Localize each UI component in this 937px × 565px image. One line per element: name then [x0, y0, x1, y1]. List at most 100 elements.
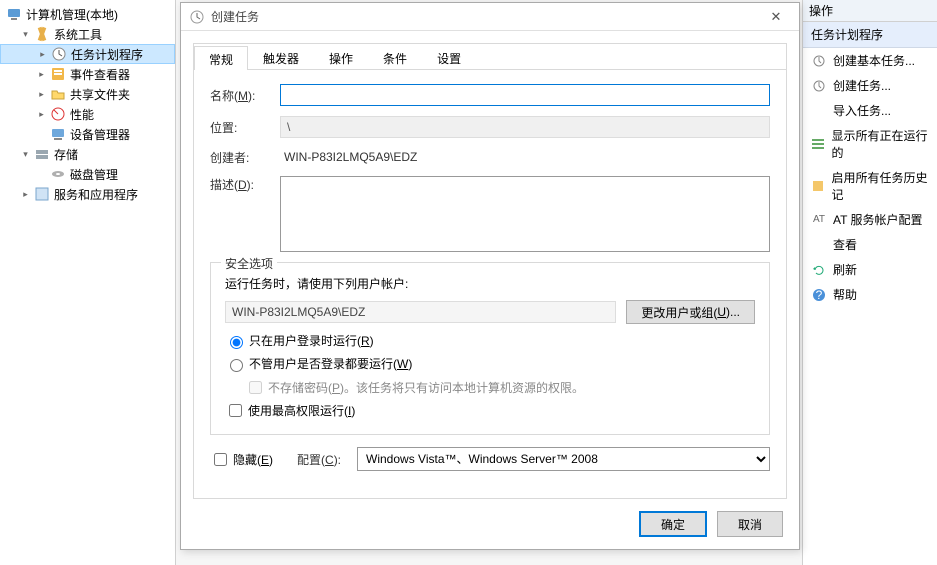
checkbox-no-store-password-label: 不存储密码(P)。该任务将只有访问本地计算机资源的权限。	[268, 379, 584, 396]
creator-value: WIN-P83I2LMQ5A9\EDZ	[280, 148, 770, 166]
checkbox-hidden[interactable]	[214, 453, 227, 466]
import-icon	[811, 103, 827, 119]
action-view[interactable]: 查看	[803, 232, 937, 257]
actions-header: 操作	[803, 0, 937, 22]
actions-section-title: 任务计划程序	[803, 22, 937, 48]
action-refresh[interactable]: 刷新	[803, 257, 937, 282]
dialog-titlebar: 创建任务 ✕	[181, 3, 799, 31]
actions-panel: 操作 任务计划程序 创建基本任务... 创建任务... 导入任务... 显示所有…	[802, 0, 937, 565]
chevron-down-icon[interactable]: ▾	[20, 149, 31, 160]
event-viewer-icon	[50, 66, 66, 82]
chevron-right-icon[interactable]: ▸	[37, 49, 48, 60]
configure-label: 配置(C):	[297, 451, 357, 468]
radio-run-logged-on-label: 只在用户登录时运行(R)	[249, 332, 374, 349]
dialog-footer: 确定 取消	[639, 511, 783, 537]
radio-run-logged-on[interactable]	[230, 336, 243, 349]
chevron-right-icon[interactable]: ▸	[36, 89, 47, 100]
tree-task-scheduler[interactable]: ▸ 任务计划程序	[0, 44, 175, 64]
view-icon	[811, 237, 827, 253]
disk-icon	[50, 166, 66, 182]
checkbox-highest-privileges-label: 使用最高权限运行(I)	[248, 402, 355, 419]
close-button[interactable]: ✕	[761, 7, 791, 27]
tree-system-tools[interactable]: ▾ 系统工具	[0, 24, 175, 44]
svg-text:?: ?	[816, 288, 823, 302]
task-icon	[811, 78, 827, 94]
action-import-task[interactable]: 导入任务...	[803, 98, 937, 123]
chevron-right-icon[interactable]: ▸	[20, 189, 31, 200]
tree-services-apps[interactable]: ▸ 服务和应用程序	[0, 184, 175, 204]
tree-services-apps-label: 服务和应用程序	[54, 186, 138, 203]
tree-performance-label: 性能	[70, 106, 94, 123]
tab-settings[interactable]: 设置	[422, 45, 476, 69]
dialog-body: 常规 触发器 操作 条件 设置 名称(M): 位置: \ 创建者: WIN-P8…	[193, 43, 787, 499]
tree-event-viewer-label: 事件查看器	[70, 66, 130, 83]
run-as-prompt: 运行任务时，请使用下列用户帐户:	[225, 275, 408, 292]
performance-icon	[50, 106, 66, 122]
tree-event-viewer[interactable]: ▸ 事件查看器	[0, 64, 175, 84]
tree-device-manager-label: 设备管理器	[70, 126, 130, 143]
action-create-task[interactable]: 创建任务...	[803, 73, 937, 98]
tools-icon	[34, 26, 50, 42]
tree-root-label: 计算机管理(本地)	[26, 6, 118, 23]
tree-shared-folders-label: 共享文件夹	[70, 86, 130, 103]
name-label: 名称(M):	[210, 87, 280, 104]
dialog-title: 创建任务	[211, 8, 761, 25]
name-input[interactable]	[280, 84, 770, 106]
tab-general[interactable]: 常规	[194, 46, 248, 70]
location-label: 位置:	[210, 119, 280, 136]
checkbox-hidden-label: 隐藏(E)	[233, 451, 273, 468]
chevron-down-icon[interactable]: ▾	[20, 29, 31, 40]
action-at-account[interactable]: ATAT 服务帐户配置	[803, 207, 937, 232]
task-icon	[811, 53, 827, 69]
change-user-button[interactable]: 更改用户或组(U)...	[626, 300, 755, 324]
cancel-button[interactable]: 取消	[717, 511, 783, 537]
tabstrip: 常规 触发器 操作 条件 设置	[194, 44, 786, 70]
tab-triggers[interactable]: 触发器	[248, 45, 314, 69]
description-input[interactable]	[280, 176, 770, 252]
tree-device-manager[interactable]: ▸ 设备管理器	[0, 124, 175, 144]
tree-disk-management[interactable]: ▸ 磁盘管理	[0, 164, 175, 184]
tree-panel: 计算机管理(本地) ▾ 系统工具 ▸ 任务计划程序 ▸ 事件查看器 ▸ 共享文件…	[0, 0, 176, 565]
tab-conditions[interactable]: 条件	[368, 45, 422, 69]
ok-button[interactable]: 确定	[639, 511, 707, 537]
clock-icon	[51, 46, 67, 62]
location-value: \	[280, 116, 770, 138]
configure-for-select[interactable]: Windows Vista™、Windows Server™ 2008	[357, 447, 770, 471]
security-options-title: 安全选项	[221, 255, 277, 272]
computer-icon	[6, 6, 22, 22]
clock-icon	[189, 9, 205, 25]
create-task-dialog: 创建任务 ✕ 常规 触发器 操作 条件 设置 名称(M): 位置: \ 创建者:…	[180, 2, 800, 550]
user-account-value: WIN-P83I2LMQ5A9\EDZ	[225, 301, 616, 323]
tree-storage-label: 存储	[54, 146, 78, 163]
action-show-running[interactable]: 显示所有正在运行的	[803, 123, 937, 165]
tab-actions[interactable]: 操作	[314, 45, 368, 69]
refresh-icon	[811, 262, 827, 278]
device-manager-icon	[50, 126, 66, 142]
tree-shared-folders[interactable]: ▸ 共享文件夹	[0, 84, 175, 104]
action-help[interactable]: ?帮助	[803, 282, 937, 307]
tab-general-content: 名称(M): 位置: \ 创建者: WIN-P83I2LMQ5A9\EDZ 描述…	[194, 70, 786, 485]
security-options-group: 安全选项 运行任务时，请使用下列用户帐户: WIN-P83I2LMQ5A9\ED…	[210, 262, 770, 435]
storage-icon	[34, 146, 50, 162]
checkbox-highest-privileges[interactable]	[229, 404, 242, 417]
at-icon: AT	[811, 212, 827, 228]
creator-label: 创建者:	[210, 149, 280, 166]
tree-performance[interactable]: ▸ 性能	[0, 104, 175, 124]
chevron-right-icon[interactable]: ▸	[36, 69, 47, 80]
radio-run-any-label: 不管用户是否登录都要运行(W)	[249, 355, 412, 372]
shared-folder-icon	[50, 86, 66, 102]
tree-task-scheduler-label: 任务计划程序	[71, 46, 143, 63]
tree-disk-management-label: 磁盘管理	[70, 166, 118, 183]
chevron-right-icon[interactable]: ▸	[36, 109, 47, 120]
checkbox-no-store-password	[249, 381, 262, 394]
radio-run-any[interactable]	[230, 359, 243, 372]
tree-system-tools-label: 系统工具	[54, 26, 102, 43]
tree-root[interactable]: 计算机管理(本地)	[0, 4, 175, 24]
list-icon	[811, 136, 825, 152]
description-label: 描述(D):	[210, 176, 280, 193]
tree-storage[interactable]: ▾ 存储	[0, 144, 175, 164]
services-icon	[34, 186, 50, 202]
history-icon	[811, 178, 825, 194]
action-create-basic-task[interactable]: 创建基本任务...	[803, 48, 937, 73]
action-enable-history[interactable]: 启用所有任务历史记	[803, 165, 937, 207]
